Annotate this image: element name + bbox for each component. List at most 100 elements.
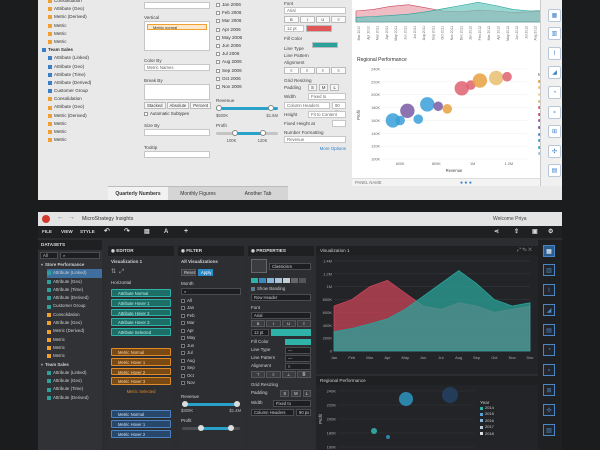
padding-l-dark[interactable]: L: [302, 389, 311, 397]
page-dots[interactable]: ● ● ●: [460, 180, 472, 186]
dataset-item[interactable]: Attribute (Geo): [47, 319, 102, 327]
fill-color-swatch[interactable]: [312, 42, 338, 48]
dataset-item[interactable]: Attribute (Linked): [47, 269, 102, 278]
dataset-item[interactable]: ▾ Team Sales: [41, 361, 102, 369]
bar-viz-icon[interactable]: ▥: [548, 27, 561, 40]
month-checkbox[interactable]: [216, 44, 220, 49]
scatter-point[interactable]: [413, 114, 424, 124]
dataset-item[interactable]: Attribute (Derived): [47, 294, 102, 302]
month-checkbox[interactable]: [216, 68, 220, 73]
filter-target-select[interactable]: All Visualizations: [178, 258, 244, 266]
bold-button-dark[interactable]: B: [251, 320, 266, 327]
valign-bot-button[interactable]: ⊥: [281, 371, 296, 378]
bubble-viz-icon-dark[interactable]: ∘: [543, 364, 555, 376]
scatter-point[interactable]: [472, 73, 488, 88]
dataset-item[interactable]: ▾ Store Performance: [41, 261, 102, 269]
month-filter-item[interactable]: Sep 2006: [216, 67, 278, 75]
expand-arrow-icon[interactable]: ▾: [41, 261, 43, 269]
width-select-dark[interactable]: Fixed to: [273, 399, 311, 407]
month-checkbox[interactable]: [181, 306, 185, 311]
scatter-point[interactable]: [488, 70, 504, 86]
padding-s-dark[interactable]: S: [280, 389, 290, 397]
tree-item[interactable]: Metric: [48, 128, 106, 136]
line-type-select-dark[interactable]: —: [285, 346, 311, 354]
profit-slider[interactable]: [216, 130, 278, 137]
month-checkbox[interactable]: [181, 358, 185, 363]
tree-item[interactable]: Attribute (Linked): [48, 54, 106, 62]
month-checkbox[interactable]: [181, 373, 185, 378]
share-icon[interactable]: ⋖: [494, 226, 499, 238]
font-size-select-dark[interactable]: 12 pt: [251, 329, 269, 336]
viz1-menu-icons[interactable]: ⤢ ✎ ✕: [517, 247, 532, 253]
reset-button[interactable]: Reset: [181, 269, 196, 276]
bubble-point[interactable]: [442, 387, 458, 403]
field-pill[interactable]: Metric Normal: [111, 410, 171, 418]
grid-viz-icon-dark[interactable]: ▦: [543, 245, 555, 257]
field-pill[interactable]: Metric Hover 2: [111, 367, 171, 376]
size-by-field[interactable]: [144, 129, 210, 136]
revenue-slider[interactable]: [216, 105, 278, 112]
tree-item[interactable]: Metric: [48, 22, 106, 30]
color-by-field[interactable]: Metric Names: [144, 64, 210, 71]
network-viz-icon[interactable]: ✣: [548, 145, 561, 158]
stacked-button[interactable]: Stacked: [144, 102, 166, 109]
menu-style[interactable]: STYLE: [80, 226, 95, 238]
scatter-point[interactable]: [433, 101, 443, 112]
month-checkbox[interactable]: [216, 60, 220, 65]
tab-quarterly-numbers[interactable]: Quarterly Numbers: [108, 186, 168, 200]
valign-just-button[interactable]: ≣: [296, 371, 311, 378]
align-button-dark[interactable]: ≡: [296, 320, 311, 327]
dataset-item[interactable]: Attribute (Geo): [47, 377, 102, 385]
heatmap-viz-icon-dark[interactable]: ▧: [543, 424, 555, 436]
expand-arrow-icon[interactable]: ▾: [41, 361, 43, 369]
absolute-button[interactable]: Absolute: [166, 102, 190, 109]
size-dropzone[interactable]: Metric Normal Metric Hover 1 Metric Hover …: [108, 408, 174, 441]
heatmap-viz-icon[interactable]: ▤: [548, 164, 561, 177]
break-by-dropzone[interactable]: [144, 84, 210, 100]
month-checkbox[interactable]: [181, 321, 185, 326]
pie-viz-icon[interactable]: ◔: [548, 86, 561, 99]
number-formatting-select[interactable]: Revenue: [284, 136, 346, 143]
theme-preview[interactable]: [251, 259, 267, 273]
dataset-item[interactable]: Customer Group: [47, 302, 102, 310]
metric-normal-pill[interactable]: Metric normal: [147, 24, 207, 30]
vertical-dropzone[interactable]: Metric normal: [144, 21, 210, 51]
tree-item[interactable]: Customer Group: [48, 87, 106, 95]
month-checkbox[interactable]: [181, 351, 185, 356]
tree-item[interactable]: Metric: [48, 38, 106, 46]
bubble-point[interactable]: [371, 428, 377, 434]
align-4-button[interactable]: ≡: [331, 67, 346, 74]
month-checkbox[interactable]: [181, 313, 185, 318]
line-viz-icon[interactable]: ⌇: [548, 47, 561, 60]
bubble-point[interactable]: [399, 392, 413, 406]
bold-button[interactable]: B: [284, 16, 299, 23]
valign-mid-button[interactable]: ≡: [266, 371, 281, 378]
tab-monthly-figures[interactable]: Monthly Figures: [168, 186, 228, 200]
welcome-user[interactable]: Welcome Priya: [493, 214, 527, 224]
scatter-point[interactable]: [442, 104, 453, 114]
light-editor-drop[interactable]: [144, 2, 210, 9]
bar-viz-icon-dark[interactable]: ▥: [543, 264, 555, 276]
month-filter-item[interactable]: Oct 2006: [216, 75, 278, 83]
add-icon[interactable]: +: [184, 226, 188, 238]
forward-arrow-icon[interactable]: →: [68, 214, 75, 221]
dataset-item[interactable]: Attribute (Time): [47, 385, 102, 393]
italic-button[interactable]: I: [299, 16, 315, 23]
scatter-point[interactable]: [502, 71, 512, 82]
valign-top-button[interactable]: ⊤: [251, 371, 266, 378]
column-headers-width-dark[interactable]: 90 px: [296, 409, 311, 416]
tree-item[interactable]: Metric: [48, 30, 106, 38]
month-filter-item[interactable]: Jun 2006: [216, 42, 278, 50]
network-viz-icon-dark[interactable]: ✣: [543, 404, 555, 416]
stacked-viz-icon-dark[interactable]: ▤: [543, 324, 555, 336]
field-pill[interactable]: Attribute Hover 3: [111, 318, 171, 327]
profit-slider-dark[interactable]: [182, 425, 240, 431]
fixed-height-input[interactable]: [332, 120, 346, 127]
field-pill[interactable]: Attribute Hover 2: [111, 308, 171, 317]
tree-item[interactable]: Metric: [48, 120, 106, 128]
row-header-select[interactable]: Row Header: [251, 294, 311, 301]
text-icon[interactable]: A: [164, 226, 168, 238]
month-checkbox[interactable]: [181, 366, 185, 371]
swap-axes-icon[interactable]: ⇅ ⤢: [108, 268, 174, 276]
padding-l-button[interactable]: L: [330, 84, 339, 91]
